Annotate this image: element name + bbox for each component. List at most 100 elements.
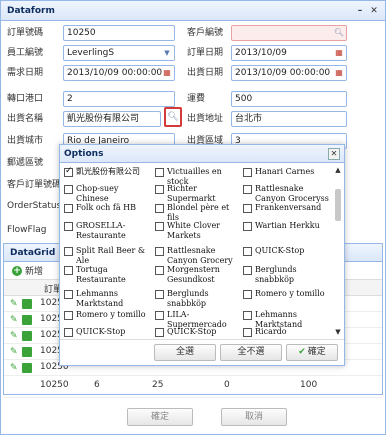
close-icon[interactable]: ✕	[369, 6, 379, 16]
chevron-down-icon[interactable]: ▼	[160, 46, 174, 60]
freight-field[interactable]: 500	[231, 91, 347, 107]
option-checkbox[interactable]	[243, 290, 252, 299]
ok-button[interactable]: 確定	[127, 408, 193, 426]
option-item[interactable]: Tortuga Restaurante	[64, 265, 152, 285]
option-item[interactable]: Berglunds snabbköp	[155, 289, 241, 309]
ship-via-field[interactable]: 2	[63, 91, 175, 107]
shipped-date-field[interactable]: 2013/10/09 00:00:00 ▦	[231, 65, 347, 81]
option-item[interactable]: Rattlesnake Canyon Groceryss	[243, 184, 329, 204]
delete-icon[interactable]	[22, 347, 32, 357]
option-checkbox[interactable]	[64, 247, 73, 256]
order-date-field[interactable]: 2013/10/09 ▦	[231, 45, 347, 61]
option-checkbox[interactable]	[243, 266, 252, 275]
table-row[interactable]: 10250 6 25 0 100	[4, 376, 382, 398]
ship-name-field[interactable]: 凱光股份有限公司	[63, 111, 161, 127]
scroll-thumb[interactable]	[335, 189, 341, 221]
edit-icon[interactable]: ✎	[10, 315, 20, 325]
customer-order-no-label: 客戶訂單號碼	[7, 180, 62, 190]
option-item[interactable]: QUICK-Stop	[243, 246, 329, 256]
select-all-button[interactable]: 全選	[154, 344, 216, 361]
form-row: 訂單號碼 10250 客戶編號 🔍︎	[1, 25, 385, 45]
delete-icon[interactable]	[22, 315, 32, 325]
option-checkbox[interactable]	[243, 168, 252, 177]
option-checkbox[interactable]	[243, 204, 252, 213]
option-item[interactable]: Morgenstern Gesundkost	[155, 265, 241, 285]
select-none-button[interactable]: 全不選	[220, 344, 282, 361]
option-label: Morgenstern Gesundkost	[167, 265, 220, 284]
ship-name-search-button[interactable]: 🔍︎	[164, 107, 182, 127]
option-checkbox[interactable]	[64, 185, 73, 194]
option-item[interactable]: Richter Supermarkt	[155, 184, 241, 204]
option-checkbox[interactable]	[155, 247, 164, 256]
option-label: Ricardo Adocicados	[255, 327, 287, 336]
cancel-button[interactable]: 取消	[221, 408, 287, 426]
add-button[interactable]: + 新增	[12, 264, 43, 277]
option-label: Romero y tomillo	[76, 310, 146, 319]
option-checkbox[interactable]	[155, 266, 164, 275]
edit-icon[interactable]: ✎	[10, 299, 20, 309]
option-item[interactable]: Frankenversand	[243, 203, 329, 213]
employee-id-select[interactable]: LeverlingS ▼	[63, 45, 175, 61]
search-icon[interactable]: 🔍︎	[332, 26, 346, 40]
option-item[interactable]: Split Rail Beer & Ale	[64, 246, 152, 266]
freight-label: 運費	[187, 94, 206, 104]
option-label: Rattlesnake Canyon Grocery	[167, 246, 233, 265]
delete-icon[interactable]	[22, 331, 32, 341]
scroll-down-icon[interactable]: ▼	[333, 327, 343, 337]
scroll-up-icon[interactable]: ▲	[333, 165, 343, 175]
option-checkbox[interactable]	[64, 290, 73, 299]
option-item[interactable]: GROSELLA-Restaurante	[64, 221, 152, 241]
minimize-icon[interactable]: –	[355, 6, 365, 16]
close-icon[interactable]: ✕	[328, 148, 340, 160]
option-checkbox[interactable]	[155, 290, 164, 299]
option-item[interactable]: Ricardo Adocicados	[243, 327, 329, 337]
option-checkbox[interactable]	[64, 311, 73, 320]
option-item[interactable]: Hanari Carnes	[243, 167, 329, 177]
unit-price-cell: 25	[152, 380, 164, 390]
option-checkbox[interactable]	[155, 168, 164, 177]
option-checkbox[interactable]	[64, 166, 73, 177]
options-ok-button[interactable]: ✔ 確定	[286, 344, 338, 361]
options-scrollbar[interactable]: ▲ ▼	[333, 165, 343, 337]
option-checkbox[interactable]	[155, 328, 164, 337]
option-item[interactable]: QUICK-Stop	[155, 327, 241, 337]
option-checkbox[interactable]	[155, 185, 164, 194]
option-item[interactable]: Blondel père et fils	[155, 203, 241, 223]
customer-id-field[interactable]: 🔍︎	[231, 25, 347, 41]
option-checkbox[interactable]	[155, 204, 164, 213]
calendar-icon[interactable]: ▦	[332, 46, 346, 60]
option-checkbox[interactable]	[155, 222, 164, 231]
option-item[interactable]: Lehmanns Marktstand	[64, 289, 152, 309]
option-item[interactable]: White Clover Markets	[155, 221, 241, 241]
required-date-field[interactable]: 2013/10/09 00:00:00 ▦	[63, 65, 175, 81]
calendar-icon[interactable]: ▦	[160, 66, 174, 80]
option-item[interactable]: Romero y tomillo	[64, 310, 152, 320]
edit-icon[interactable]: ✎	[10, 331, 20, 341]
option-checkbox[interactable]	[155, 311, 164, 320]
option-checkbox[interactable]	[243, 328, 252, 337]
option-item[interactable]: Berglunds snabbköp	[243, 265, 329, 285]
option-item[interactable]: Romero y tomillo	[243, 289, 329, 299]
option-checkbox[interactable]	[64, 266, 73, 275]
option-item[interactable]: Wartian Herkku	[243, 221, 329, 231]
edit-icon[interactable]: ✎	[10, 363, 20, 373]
order-id-field[interactable]: 10250	[63, 25, 175, 41]
delete-icon[interactable]	[22, 299, 32, 309]
option-item[interactable]: Rattlesnake Canyon Grocery	[155, 246, 241, 266]
calendar-icon[interactable]: ▦	[332, 66, 346, 80]
ship-address-field[interactable]: 台北市	[231, 111, 347, 127]
option-checkbox[interactable]	[243, 185, 252, 194]
option-label: Hanari Carnes	[255, 167, 315, 176]
option-checkbox[interactable]	[243, 222, 252, 231]
option-checkbox[interactable]	[64, 222, 73, 231]
option-checkbox[interactable]	[64, 204, 73, 213]
option-item[interactable]: QUICK-Stop	[64, 327, 152, 337]
option-item[interactable]: Chop-suey Chinese	[64, 184, 152, 204]
delete-icon[interactable]	[22, 363, 32, 373]
option-item[interactable]: Folk och fä HB	[64, 203, 152, 213]
edit-icon[interactable]: ✎	[10, 347, 20, 357]
option-checkbox[interactable]	[64, 328, 73, 337]
option-checkbox[interactable]	[243, 247, 252, 256]
option-item[interactable]: 凱光股份有限公司	[64, 166, 152, 177]
option-checkbox[interactable]	[243, 311, 252, 320]
